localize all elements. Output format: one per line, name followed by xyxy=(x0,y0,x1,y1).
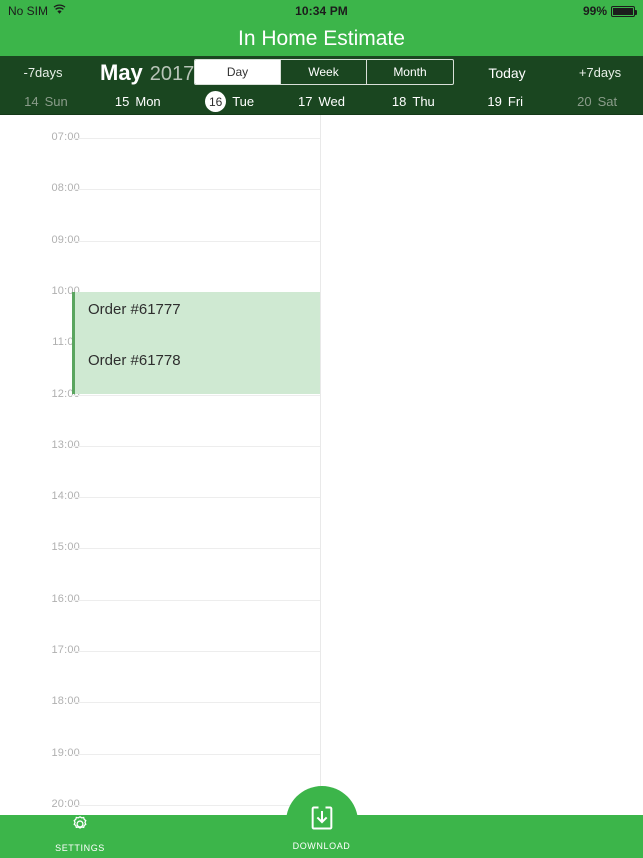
day-selector-bar: 14 Sun 15 Mon 16 Tue 17 Wed 18 Thu 19 Fr… xyxy=(0,89,643,115)
calendar-event[interactable]: Order #61778 xyxy=(72,343,320,395)
day-name: Thu xyxy=(412,94,435,109)
battery-percent-label: 99% xyxy=(582,4,607,18)
status-bar-right: 99% xyxy=(582,4,637,18)
tab-settings-label: SETTINGS xyxy=(55,843,105,853)
calendar-nav-right: Today +7days xyxy=(457,65,643,81)
tab-month[interactable]: Month xyxy=(367,60,453,84)
hour-gridline xyxy=(72,189,320,191)
hour-label: 18:00 xyxy=(51,695,80,708)
day-name: Tue xyxy=(232,94,255,109)
hour-label: 14:00 xyxy=(51,490,80,503)
hour-gridline xyxy=(72,599,320,601)
hour-gridline xyxy=(72,651,320,652)
hour-gridline xyxy=(72,702,320,704)
year-label: 2017 xyxy=(149,62,195,85)
calendar-nav-bar: -7days May 2017 Day Week Month Today +7d… xyxy=(0,56,643,89)
bottom-tab-bar: SETTINGS DOWNLOAD xyxy=(0,786,643,858)
download-icon xyxy=(308,804,336,837)
calendar-event-title: Order #61778 xyxy=(88,352,181,370)
day-item-20[interactable]: 20 Sat xyxy=(551,89,643,114)
day-name: Sat xyxy=(597,94,618,109)
gear-icon xyxy=(69,813,91,840)
tab-day[interactable]: Day xyxy=(195,60,281,84)
hour-gridline xyxy=(72,138,320,139)
hour-label: 15:00 xyxy=(51,541,80,554)
day-name: Mon xyxy=(135,94,161,109)
hour-gridline xyxy=(72,497,320,499)
day-item-18[interactable]: 18 Thu xyxy=(367,89,459,114)
hour-gridline xyxy=(72,753,320,755)
prev-week-button[interactable]: -7days xyxy=(0,65,86,80)
day-item-17[interactable]: 17 Wed xyxy=(276,89,368,114)
status-bar-time: 10:34 PM xyxy=(295,4,348,18)
tab-download-button[interactable]: DOWNLOAD xyxy=(285,786,358,858)
tab-week[interactable]: Week xyxy=(281,60,367,84)
hour-gridline xyxy=(72,804,320,806)
hour-label: 16:00 xyxy=(51,592,80,605)
calendar-vertical-divider xyxy=(320,115,321,815)
title-bar: In Home Estimate xyxy=(0,22,643,56)
view-mode-segmented-control[interactable]: Day Week Month xyxy=(194,59,454,85)
day-number: 18 xyxy=(391,94,407,109)
day-item-15[interactable]: 15 Mon xyxy=(92,89,184,114)
hour-gridline xyxy=(72,394,320,396)
hour-label: 08:00 xyxy=(51,182,80,195)
day-item-14[interactable]: 14 Sun xyxy=(0,89,92,114)
month-year-label: May 2017 xyxy=(100,60,194,86)
calendar-event-title: Order #61777 xyxy=(88,300,181,318)
tab-settings-button[interactable]: SETTINGS xyxy=(48,813,112,853)
hour-label: 07:00 xyxy=(51,131,80,143)
day-number: 20 xyxy=(577,94,592,109)
status-bar: No SIM 10:34 PM 99% xyxy=(0,0,643,22)
month-label: May xyxy=(100,59,143,85)
day-number: 15 xyxy=(114,94,130,109)
calendar-event[interactable]: Order #61777 xyxy=(72,291,320,344)
today-button[interactable]: Today xyxy=(457,65,557,81)
hour-gridline xyxy=(72,240,320,242)
day-number: 19 xyxy=(487,94,502,109)
day-calendar-grid[interactable]: 07:00 08:00 09:00 10:00 11:00 12:00 13:00 14:00… xyxy=(0,115,643,815)
page-title: In Home Estimate xyxy=(238,27,405,50)
next-week-button[interactable]: +7days xyxy=(557,65,643,80)
hour-label: 13:00 xyxy=(51,438,80,451)
hour-label: 09:00 xyxy=(51,233,80,246)
day-number: 16 xyxy=(205,91,227,112)
tab-download-label: DOWNLOAD xyxy=(292,841,351,851)
hour-gridline xyxy=(72,445,320,447)
day-number: 17 xyxy=(298,94,313,109)
day-item-19[interactable]: 19 Fri xyxy=(459,89,551,114)
app-root: No SIM 10:34 PM 99% In Home Estimate -7d… xyxy=(0,0,643,858)
hour-label: 20:00 xyxy=(51,797,80,810)
battery-full-icon xyxy=(611,5,637,17)
download-fab-content: DOWNLOAD xyxy=(293,792,351,851)
day-number: 14 xyxy=(24,94,39,109)
day-name: Wed xyxy=(318,94,345,109)
hour-label: 19:00 xyxy=(51,746,80,759)
day-name: Fri xyxy=(507,94,524,109)
day-name: Sun xyxy=(44,94,68,109)
day-item-16-selected[interactable]: 16 Tue xyxy=(184,89,276,114)
hour-gridline xyxy=(72,548,320,550)
hour-label: 17:00 xyxy=(51,644,80,656)
